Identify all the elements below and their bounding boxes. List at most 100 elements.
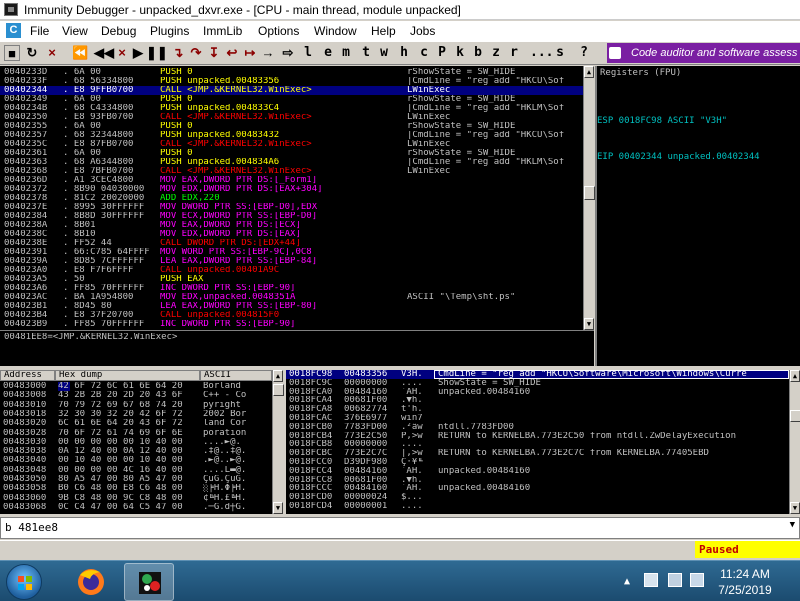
dump-row[interactable]: 00483028 70 6F 72 61 74 69 6F 6E poration [0, 429, 272, 438]
toolbar-log-button[interactable]: l [300, 45, 316, 61]
stack-row[interactable]: 0018FC98 00483356 V3H. CmdLine = "reg add "… [286, 370, 789, 379]
disasm-row[interactable]: 00402363 . 68 A6344800 PUSH unpacked.00483… [0, 158, 583, 167]
taskbar-immunity[interactable] [124, 563, 174, 601]
close-process-icon[interactable]: × [44, 45, 60, 61]
disasm-row[interactable]: 00402357 . 68 32344800 PUSH unpacked.00483… [0, 131, 583, 140]
toolbar-handles-button[interactable]: h [396, 45, 412, 61]
toolbar-exec-modules-button[interactable]: e [320, 45, 336, 61]
dump-row[interactable]: 00483040 00 10 40 00 00 10 40 00 .►@..►@. [0, 456, 272, 465]
step-into-icon[interactable]: ↴ [170, 45, 186, 61]
toolbar-call-stack-button[interactable]: k [452, 45, 468, 61]
dump-row[interactable]: 00483048 00 00 00 00 4C 16 40 00 ....L▬@. [0, 466, 272, 475]
menu-window[interactable]: Window [314, 25, 357, 37]
toolbar-hw-breakpoints-button[interactable]: z [488, 45, 504, 61]
disasm-row[interactable]: 004023A0 . E8 F7F6FFFF CALL unpacked.00401… [0, 266, 583, 275]
menu-view[interactable]: View [62, 25, 88, 37]
disasm-row[interactable]: 00402391 . 66:C785 64FFFF MOV WORD PTR SS:… [0, 248, 583, 257]
scroll-down-icon[interactable]: ▼ [584, 318, 594, 330]
disasm-row[interactable]: 00402361 . 6A 00 PUSH 0 rShowState = SW_HID… [0, 149, 583, 158]
menu-options[interactable]: Options [258, 25, 299, 37]
disassembly-scrollbar[interactable]: ▲ ▼ [583, 66, 595, 330]
dump-col-address[interactable]: Address [0, 370, 55, 381]
menu-file[interactable]: File [30, 25, 49, 37]
dump-row[interactable]: 00483038 0A 12 40 00 0A 12 40 00 .‡@..‡@. [0, 447, 272, 456]
stack-row[interactable]: 0018FCC0 D39DF980 Ç·¥╙ [286, 458, 789, 467]
clock[interactable]: 11:24 AM 7/25/2019 [700, 566, 790, 598]
command-input[interactable]: b 481ee8 [5, 522, 58, 534]
stack-row[interactable]: 0018FCC4 00484160 `AH. unpacked.00484160 [286, 467, 789, 476]
rewind-icon[interactable]: ⏪ [72, 45, 88, 61]
disassembly-pane[interactable]: 0040233D . 6A 00 PUSH 0 rShowState = SW_HID… [0, 66, 583, 330]
disasm-row[interactable]: 00402378 . 81C2 20020000 ADD EDX,220 [0, 194, 583, 203]
disasm-row[interactable]: 004023B1 . 8D45 80 LEA EAX,DWORD PTR SS:[E… [0, 302, 583, 311]
disasm-row[interactable]: 00402368 . E8 7BFB0700 CALL <JMP.&KERNEL32… [0, 167, 583, 176]
refresh-icon[interactable]: ↻ [24, 45, 40, 61]
menu-debug[interactable]: Debug [101, 25, 136, 37]
action-center-icon[interactable] [644, 573, 658, 587]
dump-row[interactable]: 00483010 70 79 72 69 67 68 74 20 pyright [0, 401, 272, 410]
trace-into-icon[interactable]: ↧ [206, 45, 222, 61]
scroll-thumb[interactable] [584, 186, 595, 200]
trace-over-icon[interactable]: ↩ [224, 45, 240, 61]
go-to-icon[interactable]: → [260, 45, 276, 61]
stack-row[interactable]: 0018FCD4 00000001.... [286, 502, 789, 511]
toolbar-threads-button[interactable]: t [358, 45, 374, 61]
dump-pane[interactable]: Address Hex dump ASCII 00483000 42 6F 72 … [0, 370, 284, 514]
stack-row[interactable]: 0018FCBC 773E2C7C |,>w RETURN to KERNELBA.7… [286, 449, 789, 458]
stack-row[interactable]: 0018FC9C 00000000.... ShowState = SW_HIDE [286, 379, 789, 388]
disasm-row[interactable]: 0040236D . A1 3CEC4800 MOV EAX,DWORD PTR D… [0, 176, 583, 185]
disasm-row[interactable]: 0040238E . FF52 44 CALL DWORD PTR DS:[EDX+… [0, 239, 583, 248]
command-bar[interactable]: b 481ee8 ▼ [0, 517, 800, 539]
dump-row[interactable]: 00483068 0C C4 47 00 64 C5 47 00 .─G.d┼G. [0, 503, 272, 512]
stack-row[interactable]: 0018FCB0 7783FD00 .²âw ntdll.7783FD00 [286, 423, 789, 432]
start-button[interactable] [6, 564, 42, 600]
scroll-thumb[interactable] [273, 384, 284, 396]
stack-row[interactable]: 0018FCA0 00484160 `AH. unpacked.00484160 [286, 388, 789, 397]
stack-row[interactable]: 0018FCC8 00681F00 .▼h. [286, 476, 789, 485]
network-icon[interactable] [668, 573, 682, 587]
stack-pane[interactable]: 0018FC98 00483356 V3H. CmdLine = "reg add "… [286, 370, 800, 514]
scroll-down-icon[interactable]: ▼ [273, 502, 283, 514]
toolbar-source-button[interactable]: s [552, 45, 568, 61]
disasm-row[interactable]: 0040233F . 68 56334800 PUSH unpacked.00483… [0, 77, 583, 86]
disasm-row[interactable]: 00402372 . 8B90 04030000 MOV EDX,DWORD PTR… [0, 185, 583, 194]
scroll-up-icon[interactable]: ▲ [584, 66, 594, 78]
go-to-icon[interactable]: ⇨ [280, 45, 296, 61]
stack-row[interactable]: 0018FCAC 376E6977 win7 [286, 414, 789, 423]
stack-row[interactable]: 0018FCB4 773E2C50 P,>w RETURN to KERNELBA.7… [286, 432, 789, 441]
dump-row[interactable]: 00483060 9B C8 48 00 9C C8 48 00 ¢╚H.£╚H. [0, 494, 272, 503]
tray-expand-icon[interactable]: ▲ [624, 575, 638, 589]
scroll-up-icon[interactable]: ▲ [790, 370, 800, 382]
rewind-icon[interactable]: ◀◀ [94, 45, 114, 61]
dump-row[interactable]: 00483030 00 00 00 00 00 10 40 00 ....►@. [0, 438, 272, 447]
disasm-row[interactable]: 0040237E . 8995 30FFFFFF MOV DWORD PTR SS:… [0, 203, 583, 212]
play-icon[interactable]: ▶ [130, 45, 146, 61]
disasm-row[interactable]: 004023A5 . 50 PUSH EAX [0, 275, 583, 284]
dump-scrollbar[interactable]: ▲ ▼ [272, 370, 284, 514]
toolbar-windows-button[interactable]: w [376, 45, 392, 61]
toolbar-run-trace-button[interactable]: r [506, 45, 522, 61]
disasm-row[interactable]: 00402384 . 8B8D 30FFFFFF MOV ECX,DWORD PTR… [0, 212, 583, 221]
stack-row[interactable]: 0018FCB8 00000000.... [286, 440, 789, 449]
execute-till-return-icon[interactable]: ↦ [242, 45, 258, 61]
toolbar-breakpoints-button[interactable]: b [470, 45, 486, 61]
register-line[interactable]: FCW 1372 Prec NEAR,64 Mask 1 [597, 333, 800, 342]
disasm-row[interactable]: 00402355 . 6A 00 PUSH 0 rShowState = SW_HID… [0, 122, 583, 131]
toolbar-memory-button[interactable]: m [338, 45, 354, 61]
dump-row[interactable]: 00483058 B0 C6 48 00 E8 C6 48 00 ░╞H.Φ╞H. [0, 484, 272, 493]
stack-scrollbar[interactable]: ▲ ▼ [789, 370, 800, 514]
cpu-window-icon[interactable]: C [6, 23, 21, 38]
disasm-row[interactable]: 00402349 . 6A 00 PUSH 0 rShowState = SW_HID… [0, 95, 583, 104]
dump-row[interactable]: 00483050 80 A5 47 00 80 A5 47 00 ÇüG.ÇüG. [0, 475, 272, 484]
disasm-row[interactable]: 00402350 . E8 93FB0700 CALL <JMP.&KERNEL32… [0, 113, 583, 122]
dump-row[interactable]: 00483018 32 30 30 32 20 42 6F 72 2002 Bor [0, 410, 272, 419]
step-over-icon[interactable]: ↷ [188, 45, 204, 61]
stop-icon[interactable]: × [114, 45, 130, 61]
scroll-down-icon[interactable]: ▼ [790, 502, 800, 514]
disasm-row[interactable]: 004023B9 . FF85 70FFFFFF INC DWORD PTR SS:… [0, 320, 583, 329]
disasm-row[interactable]: 0040235C . E8 87FB0700 CALL <JMP.&KERNEL32… [0, 140, 583, 149]
disasm-row[interactable]: 00402344 . E8 9FFB0700 CALL <JMP.&KERNEL32… [0, 86, 583, 95]
toolbar-patches-button[interactable]: P [434, 45, 450, 61]
menu-plugins[interactable]: Plugins [150, 25, 189, 37]
disasm-row[interactable]: 0040238A . 8B01 MOV EAX,DWORD PTR DS:[ECX] [0, 221, 583, 230]
